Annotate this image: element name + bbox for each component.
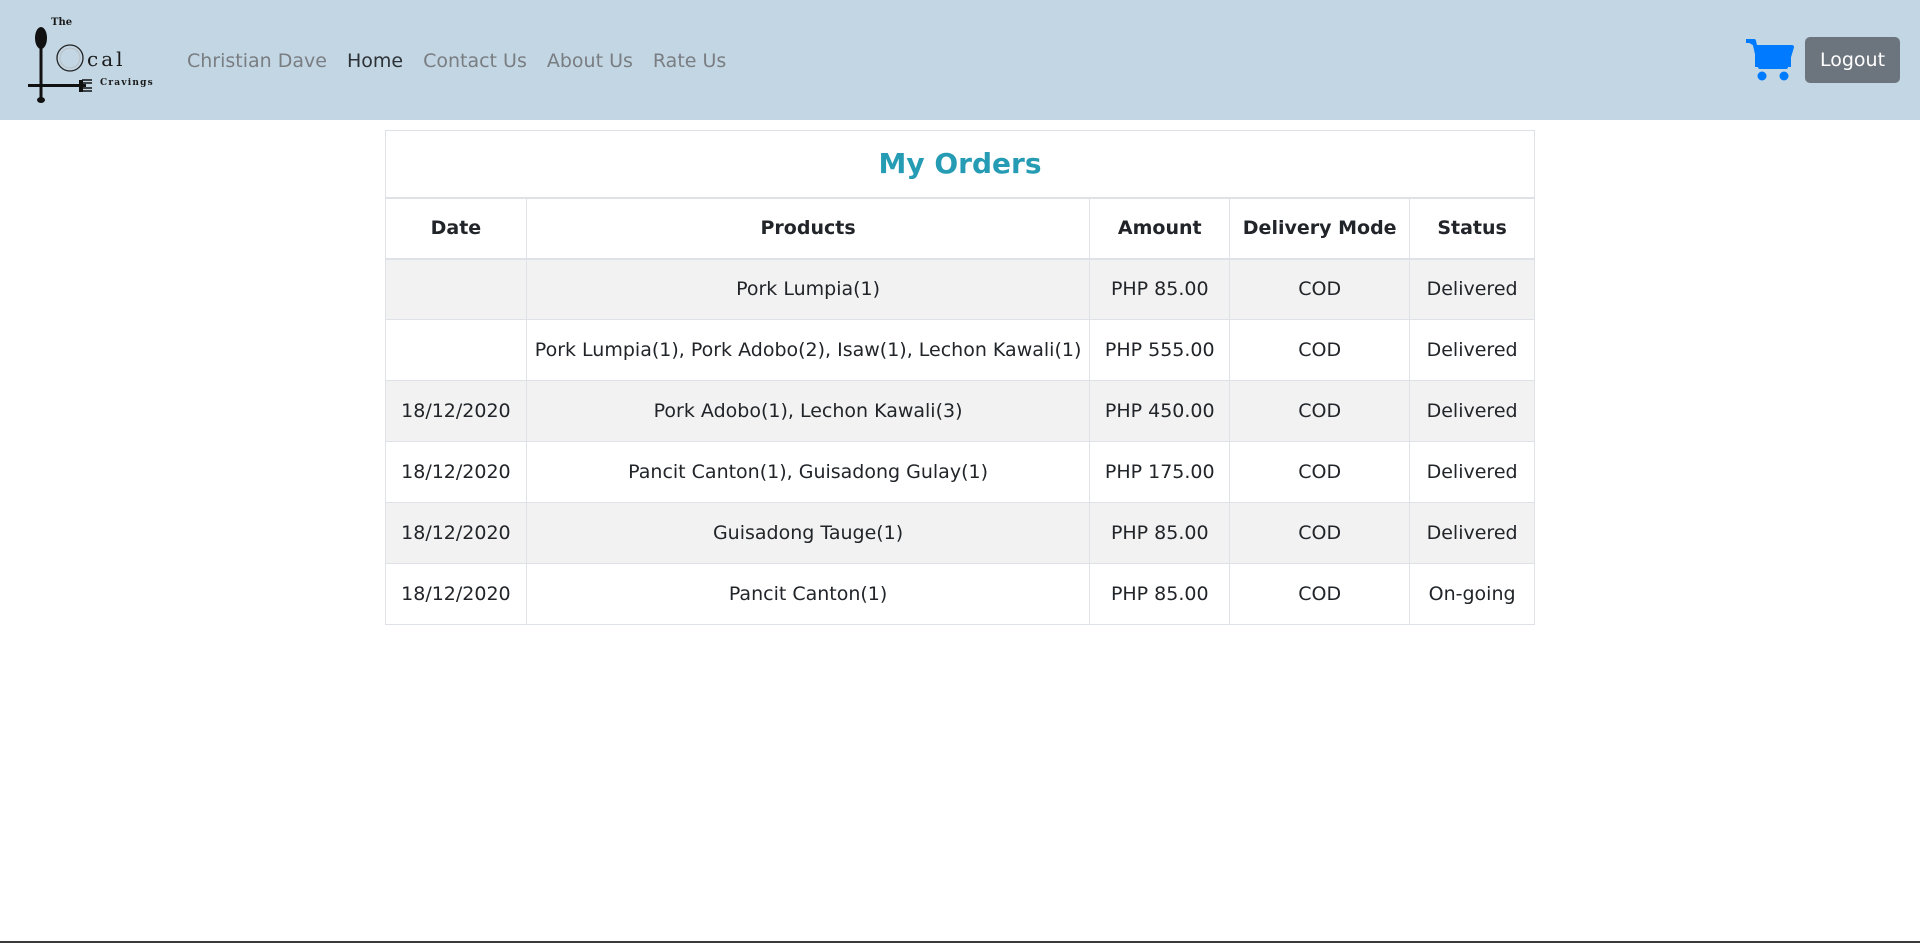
order-date: 18/12/2020 xyxy=(385,563,527,625)
order-delivery-mode: COD xyxy=(1229,563,1411,625)
order-products: Pancit Canton(1), Guisadong Gulay(1) xyxy=(525,441,1091,503)
order-status: Delivered xyxy=(1409,441,1535,503)
column-header-amount: Amount xyxy=(1089,197,1231,260)
order-status: Delivered xyxy=(1409,380,1535,442)
logo-text-cravings: Cravings xyxy=(100,78,154,88)
nav-link-user[interactable]: Christian Dave xyxy=(187,48,327,74)
table-row: 18/12/2020 Pancit Canton(1) PHP 85.00 CO… xyxy=(385,563,1535,625)
order-delivery-mode: COD xyxy=(1229,319,1411,381)
order-amount: PHP 175.00 xyxy=(1089,441,1231,503)
order-amount: PHP 555.00 xyxy=(1089,319,1231,381)
table-row: 18/12/2020 Pork Adobo(1), Lechon Kawali(… xyxy=(385,380,1535,442)
order-status: Delivered xyxy=(1409,258,1535,320)
order-date xyxy=(385,258,527,320)
order-amount: PHP 85.00 xyxy=(1089,502,1231,564)
table-row: Pork Lumpia(1) PHP 85.00 COD Delivered xyxy=(385,258,1535,320)
order-amount: PHP 85.00 xyxy=(1089,563,1231,625)
order-delivery-mode: COD xyxy=(1229,258,1411,320)
order-date xyxy=(385,319,527,381)
table-row: Pork Lumpia(1), Pork Adobo(2), Isaw(1), … xyxy=(385,319,1535,381)
orders-table: My Orders Date Products Amount Delivery … xyxy=(385,130,1535,625)
order-delivery-mode: COD xyxy=(1229,502,1411,564)
order-products: Pork Lumpia(1), Pork Adobo(2), Isaw(1), … xyxy=(525,319,1091,381)
column-header-status: Status xyxy=(1409,197,1535,260)
order-status: Delivered xyxy=(1409,502,1535,564)
navbar: The cal Cravings Christian Dave Home Con… xyxy=(0,0,1920,120)
order-status: Delivered xyxy=(1409,319,1535,381)
order-date: 18/12/2020 xyxy=(385,502,527,564)
order-date: 18/12/2020 xyxy=(385,441,527,503)
brand-logo[interactable]: The cal Cravings xyxy=(24,14,158,104)
order-date: 18/12/2020 xyxy=(385,380,527,442)
nav-links: Christian Dave Home Contact Us About Us … xyxy=(187,48,746,74)
order-products: Pork Adobo(1), Lechon Kawali(3) xyxy=(525,380,1091,442)
order-delivery-mode: COD xyxy=(1229,441,1411,503)
order-delivery-mode: COD xyxy=(1229,380,1411,442)
orders-title: My Orders xyxy=(385,130,1535,199)
order-status: On-going xyxy=(1409,563,1535,625)
nav-link-home[interactable]: Home xyxy=(347,48,403,74)
shopping-cart-icon[interactable] xyxy=(1744,36,1794,82)
order-amount: PHP 450.00 xyxy=(1089,380,1231,442)
logo-text-the: The xyxy=(51,17,72,28)
table-row: 18/12/2020 Guisadong Tauge(1) PHP 85.00 … xyxy=(385,502,1535,564)
table-row: 18/12/2020 Pancit Canton(1), Guisadong G… xyxy=(385,441,1535,503)
column-header-products: Products xyxy=(525,197,1091,260)
column-header-date: Date xyxy=(385,197,527,260)
order-products: Pancit Canton(1) xyxy=(525,563,1091,625)
logo-text-cal: cal xyxy=(87,47,126,71)
nav-link-contact-us[interactable]: Contact Us xyxy=(423,48,527,74)
order-products: Guisadong Tauge(1) xyxy=(525,502,1091,564)
nav-link-rate-us[interactable]: Rate Us xyxy=(653,48,726,74)
order-amount: PHP 85.00 xyxy=(1089,258,1231,320)
nav-link-about-us[interactable]: About Us xyxy=(547,48,633,74)
logout-button[interactable]: Logout xyxy=(1805,37,1900,83)
column-header-delivery-mode: Delivery Mode xyxy=(1229,197,1411,260)
order-products: Pork Lumpia(1) xyxy=(525,258,1091,320)
